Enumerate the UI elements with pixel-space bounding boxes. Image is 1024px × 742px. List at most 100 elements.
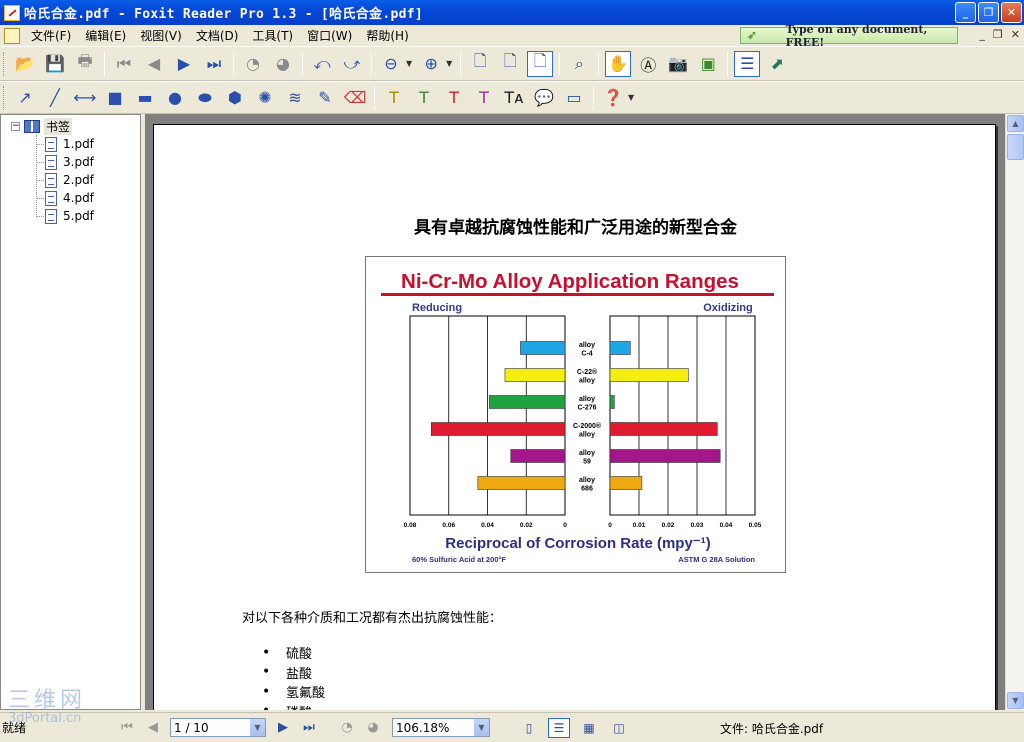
category-label: C-22® [577,368,598,376]
select-text-icon[interactable]: Ⓐ [635,51,661,77]
reducing-bar [510,449,566,463]
bookmark-item[interactable]: 2.pdf [36,171,140,189]
zoom-out-dropdown-icon[interactable]: ▼ [406,59,412,68]
reducing-label: Reducing [412,302,462,314]
menu-help[interactable]: 帮助(H) [359,27,415,44]
cloud-tool-icon[interactable]: ✺ [252,85,278,111]
actual-size-icon[interactable]: 🗋 [467,51,493,77]
toolbar-separator [593,85,594,110]
note-icon[interactable]: 💬 [531,85,557,111]
forward-icon[interactable]: ◕ [270,51,296,77]
circle-tool-icon[interactable]: ● [162,85,188,111]
scroll-up-icon[interactable]: ▲ [1007,115,1024,132]
document-menu-icon[interactable] [4,27,20,44]
arrow-tool-icon[interactable]: ↗ [12,85,38,111]
dimension-tool-icon[interactable]: ⟷ [72,85,98,111]
scroll-thumb[interactable] [1007,134,1024,160]
full-screen-icon[interactable]: ⬈ [764,51,790,77]
toolbar-grip[interactable] [3,85,6,110]
last-page-button-icon[interactable]: ⏭ [298,718,320,738]
restore-button[interactable]: ❐ [978,2,999,23]
fit-page-icon[interactable]: 🗋 [497,51,523,77]
save-icon[interactable]: 💾 [42,51,68,77]
text-box-icon[interactable]: ▭ [561,85,587,111]
first-page-button-icon[interactable]: ⏮ [116,718,138,738]
strikeout-text-icon[interactable]: T [441,85,467,111]
doc-close-button[interactable]: ✕ [1011,28,1020,41]
oxidizing-bar [609,476,643,490]
vertical-scrollbar[interactable]: ▲ ▼ [1005,114,1024,710]
rotate-left-icon[interactable]: ⤺ [309,51,335,77]
chevron-down-icon[interactable]: ▼ [250,719,265,736]
facing-pages-icon[interactable]: ▦ [578,718,600,738]
print-icon[interactable]: 🖶 [72,51,98,77]
help-icon[interactable]: ❓ [600,85,626,111]
go-forward-icon[interactable]: ◕ [362,718,384,738]
first-page-icon[interactable]: ⏮ [111,51,137,77]
polyline-tool-icon[interactable]: ≋ [282,85,308,111]
bookmark-item[interactable]: 3.pdf [36,153,140,171]
rectangle-tool-icon[interactable]: ▬ [132,85,158,111]
snapshot-camera-icon[interactable]: 📷 [665,51,691,77]
continuous-page-icon[interactable]: ☰ [548,717,570,738]
foxit-app-icon[interactable] [4,4,20,21]
menu-file[interactable]: 文件(F) [24,27,78,44]
promo-banner[interactable]: ➶ Type on any document, FREE! [740,23,958,49]
pencil-tool-icon[interactable]: ✎ [312,85,338,111]
zoom-in-icon[interactable]: ⊕ [418,51,444,77]
close-button[interactable]: ✕ [1001,2,1022,23]
image-select-icon[interactable]: ▣ [695,51,721,77]
document-icon [45,190,57,206]
menu-tools[interactable]: 工具(T) [245,27,300,44]
zoom-combo[interactable]: 106.18% ▼ [392,718,490,737]
typewriter-icon[interactable]: Tᴀ [501,85,527,111]
category-label: C-2000® [573,422,602,430]
document-view[interactable]: 具有卓越抗腐蚀性能和广泛用途的新型合金 Ni-Cr-Mo Alloy Appli… [145,114,1005,710]
go-back-icon[interactable]: ◔ [336,718,358,738]
zoom-in-dropdown-icon[interactable]: ▼ [446,59,452,68]
page-number-combo[interactable]: 1 / 10 ▼ [170,718,266,737]
back-icon[interactable]: ◔ [240,51,266,77]
zoom-value: 106.18% [396,720,450,735]
doc-minimize-button[interactable]: _ [979,28,985,41]
continuous-facing-icon[interactable]: ◫ [608,718,630,738]
square-tool-icon[interactable]: ■ [102,85,128,111]
chevron-down-icon[interactable]: ▼ [474,719,489,736]
previous-page-icon[interactable]: ◀ [141,51,167,77]
polygon-tool-icon[interactable]: ⬢ [222,85,248,111]
menu-document[interactable]: 文档(D) [189,27,246,44]
eraser-tool-icon[interactable]: ⌫ [342,85,368,111]
bookmark-item[interactable]: 4.pdf [36,189,140,207]
menu-window[interactable]: 窗口(W) [300,27,359,44]
line-tool-icon[interactable]: ╱ [42,85,68,111]
zoom-out-icon[interactable]: ⊖ [378,51,404,77]
toolbar-grip[interactable] [3,51,6,76]
toolbar-separator [598,51,600,76]
oxidizing-bar [609,368,689,382]
bookmark-root[interactable]: − 书签 [11,118,140,135]
doc-restore-button[interactable]: ❐ [993,28,1003,41]
bookmark-item[interactable]: 1.pdf [36,135,140,153]
previous-page-button-icon[interactable]: ◀ [142,718,164,738]
hand-tool-icon[interactable]: ✋ [605,50,632,77]
underline-text-icon[interactable]: T [411,85,437,111]
bookmark-panel-icon[interactable]: ☰ [734,50,761,77]
find-binoculars-icon[interactable]: ⌕ [566,51,592,77]
squiggly-text-icon[interactable]: T [471,85,497,111]
next-page-button-icon[interactable]: ▶ [272,718,294,738]
scroll-down-icon[interactable]: ▼ [1007,692,1024,709]
highlight-text-icon[interactable]: T [381,85,407,111]
bookmark-item[interactable]: 5.pdf [36,207,140,225]
minimize-button[interactable]: _ [955,2,976,23]
next-page-icon[interactable]: ▶ [171,51,197,77]
single-page-icon[interactable]: ▯ [518,718,540,738]
open-folder-icon[interactable]: 📂 [12,51,38,77]
menu-edit[interactable]: 编辑(E) [78,27,133,44]
fit-width-icon[interactable]: 🗋 [527,50,554,77]
last-page-icon[interactable]: ⏭ [201,51,227,77]
help-dropdown-icon[interactable]: ▼ [628,93,634,102]
menu-view[interactable]: 视图(V) [133,27,189,44]
ellipse-tool-icon[interactable]: ⬬ [192,85,218,111]
rotate-right-icon[interactable]: ⤻ [339,51,365,77]
collapse-icon[interactable]: − [11,122,20,131]
